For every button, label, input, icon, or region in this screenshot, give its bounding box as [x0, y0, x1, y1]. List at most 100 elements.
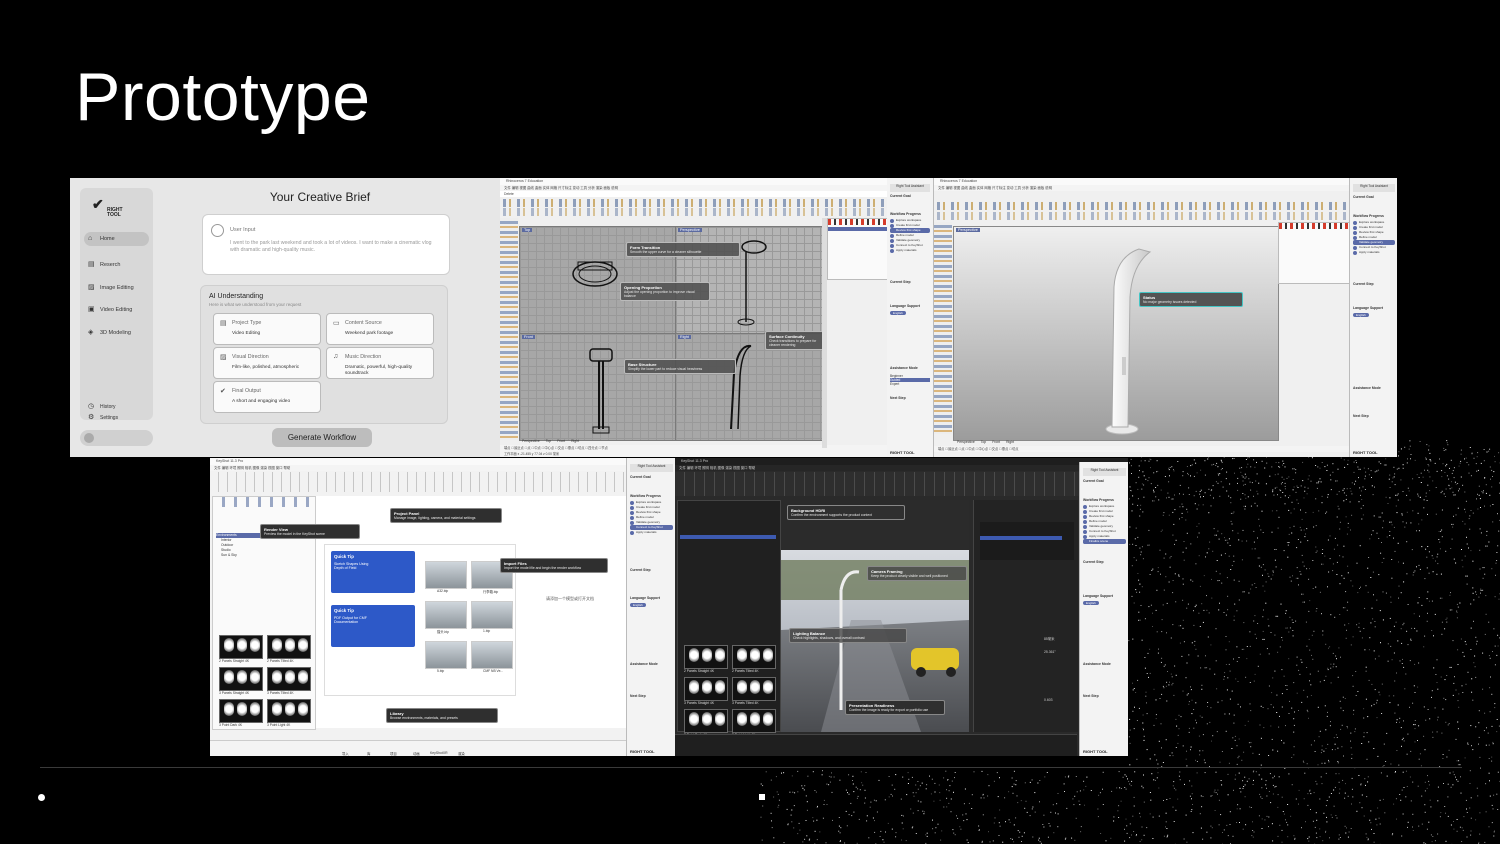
layers-panel[interactable] [1278, 222, 1351, 284]
star-dot [1427, 612, 1428, 614]
viewport-tabs[interactable]: Perspective Top Front Right [522, 439, 585, 444]
command-line[interactable]: Delete [500, 191, 887, 197]
environment-thumbnail[interactable] [267, 699, 311, 723]
star-dot [1457, 764, 1459, 766]
star-dot [1453, 494, 1455, 496]
toolbar[interactable] [500, 199, 887, 207]
recent-file-thumbnail[interactable] [425, 561, 467, 589]
nav-item-video-editing[interactable]: ▣ Video Editing [84, 303, 149, 317]
layers-panel[interactable] [827, 218, 887, 280]
star-dot [1297, 577, 1299, 579]
environment-thumbnail[interactable] [732, 645, 776, 669]
star-dot [1200, 469, 1202, 471]
star-dot [1383, 765, 1385, 766]
star-dot [938, 784, 940, 786]
nav-item-home[interactable]: ⌂ Home [84, 232, 149, 246]
ribbon-toolbar[interactable] [675, 472, 1128, 496]
nav-item-settings[interactable]: ⚙ Settings [84, 411, 149, 425]
environment-thumbnail[interactable] [267, 635, 311, 659]
language-select[interactable]: English [890, 311, 906, 315]
recent-file-thumbnail[interactable] [425, 641, 467, 669]
bottom-tabbar[interactable]: 导入 库 项目 动画 KeyShotXR 渲染 [210, 740, 675, 756]
star-dot [816, 806, 818, 808]
star-dot [1421, 519, 1423, 521]
star-dot [1128, 780, 1130, 782]
star-dot [997, 796, 999, 798]
environment-thumbnail[interactable] [219, 635, 263, 659]
star-dot [1425, 548, 1427, 550]
star-dot [1195, 563, 1197, 565]
nav-item-3d-modeling[interactable]: ◈ 3D Modeling [84, 326, 149, 340]
environment-thumbnail[interactable] [267, 667, 311, 691]
star-dot [1470, 725, 1472, 727]
user-input-card[interactable]: User Input I went to the park last weeke… [202, 214, 450, 275]
star-dot [828, 775, 830, 777]
left-toolbar[interactable] [934, 222, 952, 434]
star-dot [1165, 826, 1166, 828]
star-dot [1346, 533, 1348, 535]
star-dot [1344, 607, 1346, 609]
star-dot [1310, 793, 1312, 795]
ribbon-toolbar[interactable] [210, 472, 675, 492]
environment-thumbnail[interactable] [684, 709, 728, 733]
star-dot [1293, 468, 1295, 470]
quicktip-card-1[interactable]: Quick Tip Sketch Shapes Using Depth of F… [331, 551, 415, 593]
user-profile[interactable] [80, 430, 153, 446]
star-dot [1362, 505, 1364, 507]
viewport-tabs[interactable]: Perspective Top Front Right [957, 440, 1020, 445]
callout-surface-continuity: Surface Continuity Check transitions to … [765, 331, 825, 350]
star-dot [1337, 468, 1339, 470]
environment-thumbnail[interactable] [684, 645, 728, 669]
star-dot [839, 832, 841, 834]
star-dot [1436, 731, 1438, 733]
nav-item-image-editing[interactable]: ▨ Image Editing [84, 281, 149, 295]
environment-thumbnail[interactable] [732, 677, 776, 701]
properties-panel[interactable]: 85毫米 25.361° 0.603 [973, 500, 1078, 732]
environment-thumbnail[interactable] [219, 667, 263, 691]
tile-music-direction[interactable]: ♫ Music Direction Dramatic, powerful, hi… [326, 347, 434, 379]
quicktip-card-2[interactable]: Quick Tip PDF Output for CMF Documentati… [331, 605, 415, 647]
star-dot [1179, 484, 1181, 486]
star-dot [1171, 752, 1173, 754]
recent-file-thumbnail[interactable] [425, 601, 467, 629]
star-dot [1125, 788, 1127, 790]
generate-workflow-button[interactable]: Generate Workflow [272, 428, 372, 447]
star-dot [1145, 695, 1147, 697]
left-toolbar[interactable] [500, 218, 518, 440]
assistance-mode-options[interactable]: Beginner Guided Expert [890, 374, 930, 386]
star-dot [1131, 510, 1133, 512]
environment-thumbnail[interactable] [219, 699, 263, 723]
star-dot [1186, 750, 1187, 752]
render-view[interactable] [781, 500, 969, 732]
star-dot [1333, 663, 1335, 665]
viewport-perspective-render[interactable]: Perspective [953, 226, 1279, 441]
star-dot [814, 790, 816, 791]
toolbar-secondary[interactable] [500, 208, 887, 216]
star-dot [851, 815, 853, 817]
viewport-front[interactable]: Front [519, 333, 676, 441]
recent-file-thumbnail[interactable] [471, 601, 513, 629]
star-dot [1293, 835, 1295, 837]
star-dot [1132, 543, 1134, 545]
toolbar-secondary[interactable] [934, 212, 1349, 220]
environment-thumbnail[interactable] [732, 709, 776, 733]
star-dot [1388, 695, 1390, 697]
star-dot [1325, 512, 1326, 514]
tile-project-type[interactable]: ▤ Project Type Video Editing [213, 313, 321, 345]
star-dot [1323, 679, 1325, 681]
star-dot [1190, 811, 1192, 812]
tile-final-output[interactable]: ✔ Final Output A short and engaging vide… [213, 381, 321, 413]
tile-content-source[interactable]: ▭ Content Source Weekend park footage [326, 313, 434, 345]
star-dot [1426, 500, 1428, 501]
star-dot [1276, 712, 1278, 713]
bottom-tabbar[interactable] [675, 734, 1077, 756]
toolbar[interactable] [934, 202, 1349, 210]
star-dot [1057, 793, 1059, 794]
environment-thumbnail[interactable] [684, 677, 728, 701]
star-dot [1272, 574, 1274, 576]
recent-file-thumbnail[interactable] [471, 641, 513, 669]
tile-visual-direction[interactable]: ▨ Visual Direction Film-like, polished, … [213, 347, 321, 379]
star-dot [1313, 526, 1315, 528]
star-dot [1086, 776, 1088, 778]
nav-item-research[interactable]: ▤ Reserch [84, 258, 149, 272]
